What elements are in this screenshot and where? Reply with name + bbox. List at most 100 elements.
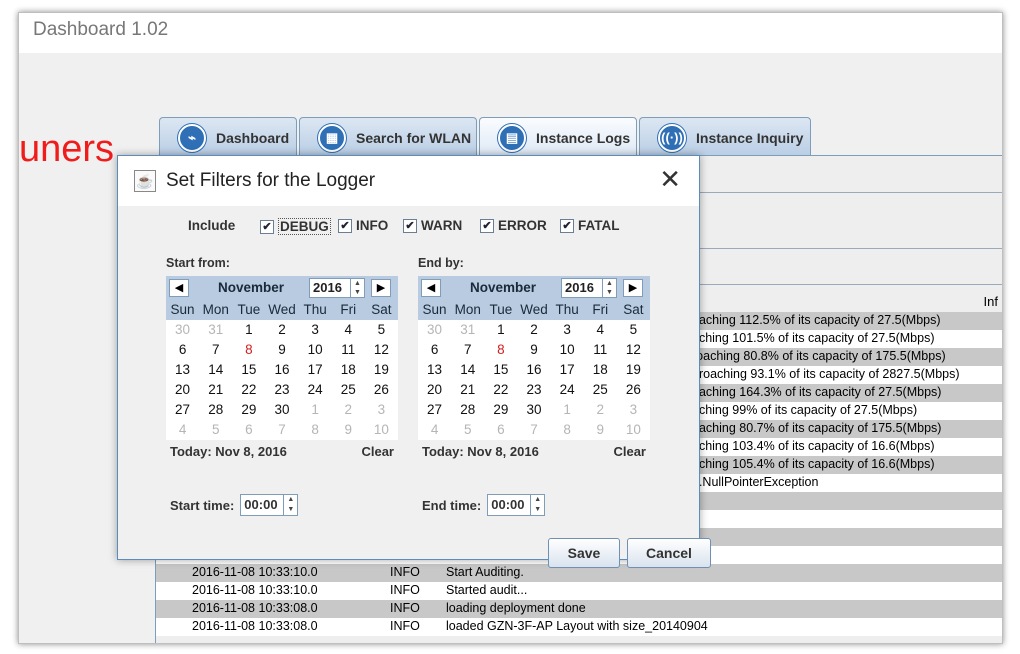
calendar-day[interactable]: 13 xyxy=(166,360,199,380)
tab-search-wlan[interactable]: ▦ Search for WLAN xyxy=(299,117,477,157)
calendar-day[interactable]: 7 xyxy=(451,340,484,360)
tab-instance-inquiry[interactable]: ((·)) Instance Inquiry xyxy=(639,117,811,157)
calendar-day[interactable]: 25 xyxy=(584,380,617,400)
calendar-day[interactable]: 14 xyxy=(451,360,484,380)
calendar-day[interactable]: 16 xyxy=(517,360,550,380)
calendar-day[interactable]: 20 xyxy=(418,380,451,400)
calendar-day[interactable]: 30 xyxy=(418,320,451,340)
calendar-day[interactable]: 6 xyxy=(484,420,517,440)
calendar-day[interactable]: 21 xyxy=(199,380,232,400)
checkbox-warn[interactable]: ✔ WARN xyxy=(403,218,462,233)
calendar-day[interactable]: 7 xyxy=(517,420,550,440)
calendar-day[interactable]: 17 xyxy=(551,360,584,380)
calendar-day[interactable]: 7 xyxy=(199,340,232,360)
calendar-day[interactable]: 5 xyxy=(451,420,484,440)
calendar-day[interactable]: 13 xyxy=(418,360,451,380)
calendar-day[interactable]: 1 xyxy=(299,400,332,420)
calendar-day[interactable]: 5 xyxy=(199,420,232,440)
today-link[interactable]: Today: Nov 8, 2016 xyxy=(422,444,539,459)
calendar-day[interactable]: 26 xyxy=(617,380,650,400)
calendar-day[interactable]: 15 xyxy=(484,360,517,380)
save-button[interactable]: Save xyxy=(548,538,620,568)
calendar-day[interactable]: 2 xyxy=(517,320,550,340)
calendar-day[interactable]: 9 xyxy=(332,420,365,440)
checkbox-error[interactable]: ✔ ERROR xyxy=(480,218,547,233)
calendar-day[interactable]: 8 xyxy=(232,340,265,360)
calendar-day[interactable]: 4 xyxy=(166,420,199,440)
calendar-day[interactable]: 18 xyxy=(332,360,365,380)
calendar-day[interactable]: 28 xyxy=(451,400,484,420)
calendar-day[interactable]: 19 xyxy=(617,360,650,380)
calendar-day[interactable]: 31 xyxy=(451,320,484,340)
calendar-day[interactable]: 22 xyxy=(484,380,517,400)
checkbox-debug[interactable]: ✔ DEBUG xyxy=(260,218,331,235)
calendar-day[interactable]: 16 xyxy=(265,360,298,380)
calendar-day[interactable]: 8 xyxy=(299,420,332,440)
calendar-day[interactable]: 26 xyxy=(365,380,398,400)
calendar-day[interactable]: 25 xyxy=(332,380,365,400)
year-spinner[interactable]: 2016 ▲ ▼ xyxy=(309,278,365,298)
calendar-day[interactable]: 10 xyxy=(299,340,332,360)
next-month-button[interactable]: ▶ xyxy=(623,279,643,297)
checkbox-info[interactable]: ✔ INFO xyxy=(338,218,388,233)
calendar-day[interactable]: 20 xyxy=(166,380,199,400)
spinner-arrows-icon[interactable]: ▲ ▼ xyxy=(602,279,616,297)
calendar-day[interactable]: 7 xyxy=(265,420,298,440)
calendar-day[interactable]: 22 xyxy=(232,380,265,400)
calendar-day[interactable]: 31 xyxy=(199,320,232,340)
calendar-day[interactable]: 8 xyxy=(551,420,584,440)
calendar-day[interactable]: 27 xyxy=(166,400,199,420)
cancel-button[interactable]: Cancel xyxy=(627,538,711,568)
calendar-day[interactable]: 30 xyxy=(166,320,199,340)
table-row[interactable]: 2016-11-08 10:33:10.0 INFO Started audit… xyxy=(156,582,1002,600)
calendar-day[interactable]: 3 xyxy=(551,320,584,340)
end-time-field[interactable]: 00:00 ▲ ▼ xyxy=(487,494,546,516)
calendar-day[interactable]: 9 xyxy=(517,340,550,360)
prev-month-button[interactable]: ◀ xyxy=(169,279,189,297)
calendar-day[interactable]: 4 xyxy=(418,420,451,440)
today-link[interactable]: Today: Nov 8, 2016 xyxy=(170,444,287,459)
calendar-day[interactable]: 4 xyxy=(332,320,365,340)
calendar-day[interactable]: 23 xyxy=(265,380,298,400)
calendar-day[interactable]: 14 xyxy=(199,360,232,380)
calendar-day[interactable]: 28 xyxy=(199,400,232,420)
calendar-day[interactable]: 30 xyxy=(517,400,550,420)
spinner-arrows-icon[interactable]: ▲ ▼ xyxy=(350,279,364,297)
tab-instance-logs[interactable]: ▤ Instance Logs xyxy=(479,117,637,157)
calendar-day[interactable]: 29 xyxy=(484,400,517,420)
calendar-day[interactable]: 19 xyxy=(365,360,398,380)
calendar-day[interactable]: 2 xyxy=(584,400,617,420)
calendar-day[interactable]: 11 xyxy=(584,340,617,360)
tab-dashboard[interactable]: ⌁ Dashboard xyxy=(159,117,297,157)
calendar-day[interactable]: 15 xyxy=(232,360,265,380)
calendar-day[interactable]: 1 xyxy=(484,320,517,340)
calendar-day[interactable]: 10 xyxy=(365,420,398,440)
calendar-day[interactable]: 21 xyxy=(451,380,484,400)
clear-link[interactable]: Clear xyxy=(613,444,646,459)
prev-month-button[interactable]: ◀ xyxy=(421,279,441,297)
calendar-day[interactable]: 1 xyxy=(232,320,265,340)
clear-link[interactable]: Clear xyxy=(361,444,394,459)
calendar-day[interactable]: 6 xyxy=(232,420,265,440)
start-time-field[interactable]: 00:00 ▲ ▼ xyxy=(240,494,299,516)
spinner-arrows-icon[interactable]: ▲ ▼ xyxy=(283,495,297,515)
calendar-day[interactable]: 10 xyxy=(617,420,650,440)
calendar-day[interactable]: 6 xyxy=(418,340,451,360)
calendar-day[interactable]: 30 xyxy=(265,400,298,420)
calendar-day[interactable]: 1 xyxy=(551,400,584,420)
calendar-day[interactable]: 17 xyxy=(299,360,332,380)
calendar-day[interactable]: 27 xyxy=(418,400,451,420)
calendar-day[interactable]: 18 xyxy=(584,360,617,380)
calendar-day[interactable]: 4 xyxy=(584,320,617,340)
checkbox-fatal[interactable]: ✔ FATAL xyxy=(560,218,620,233)
calendar-day[interactable]: 6 xyxy=(166,340,199,360)
next-month-button[interactable]: ▶ xyxy=(371,279,391,297)
calendar-day[interactable]: 5 xyxy=(365,320,398,340)
calendar-day[interactable]: 10 xyxy=(551,340,584,360)
calendar-day[interactable]: 8 xyxy=(484,340,517,360)
calendar-day[interactable]: 23 xyxy=(517,380,550,400)
calendar-day[interactable]: 5 xyxy=(617,320,650,340)
spinner-arrows-icon[interactable]: ▲ ▼ xyxy=(530,495,544,515)
calendar-day[interactable]: 12 xyxy=(365,340,398,360)
close-icon[interactable]: ✕ xyxy=(659,164,681,195)
